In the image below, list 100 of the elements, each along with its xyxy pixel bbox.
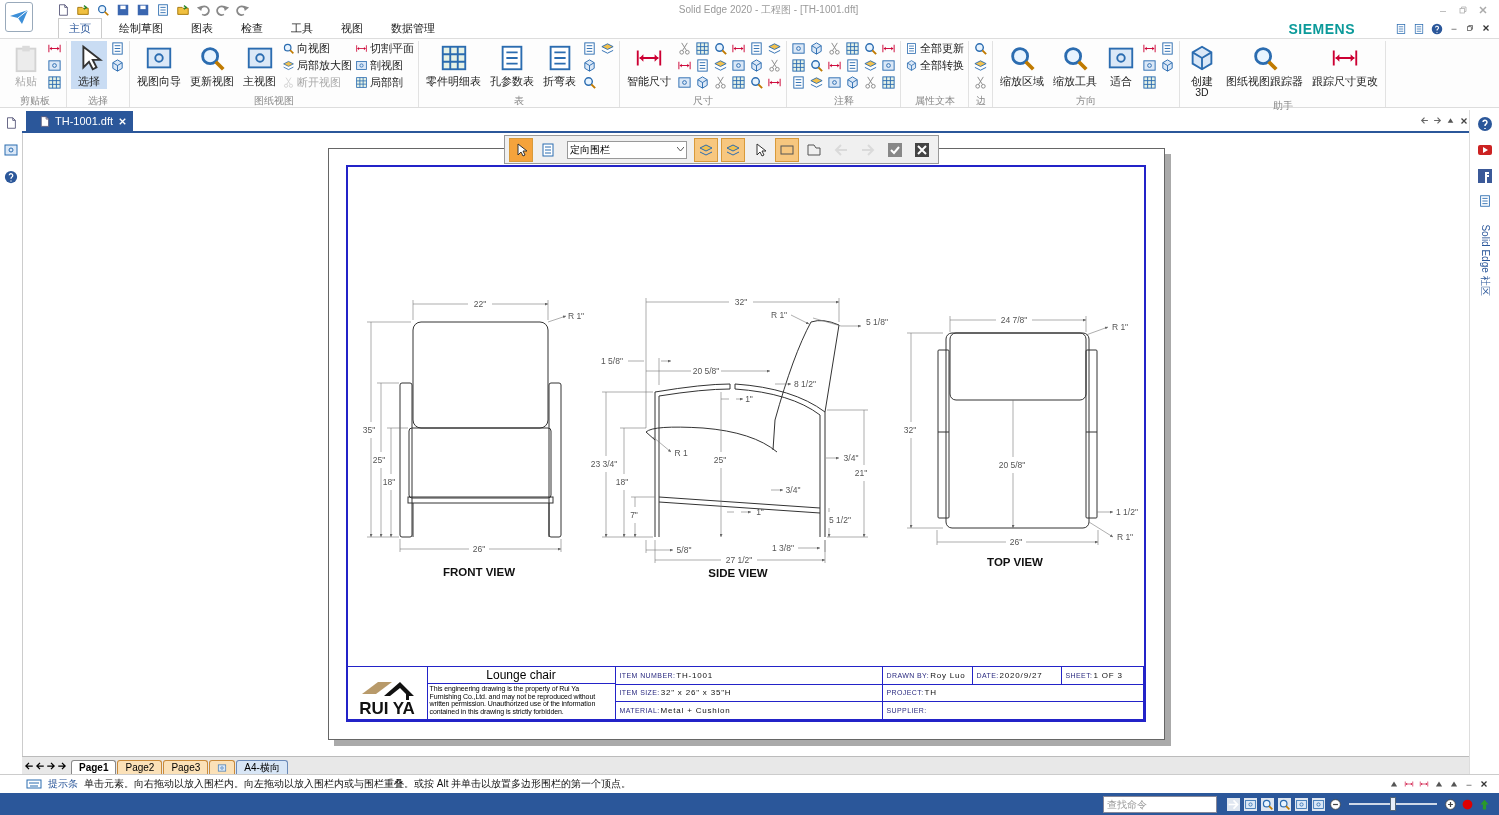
sheet-tab[interactable]: Page2 [117,760,163,774]
close-icon[interactable] [1481,23,1491,33]
sheet-tab[interactable] [209,760,236,774]
list-icon[interactable] [695,58,710,73]
play-button-icon[interactable] [1476,142,1493,158]
list-icon[interactable] [582,41,597,56]
magnifier-icon[interactable] [713,41,728,56]
scissors-icon[interactable] [767,58,782,73]
frame-icon[interactable] [827,75,842,90]
plus-icon[interactable] [1444,797,1457,811]
ribbon-button[interactable]: 主视图 [240,41,279,89]
magnifier-icon[interactable] [809,58,824,73]
table-icon[interactable] [731,75,746,90]
social-icon[interactable] [1476,168,1493,184]
list-icon[interactable] [749,41,764,56]
cube-icon[interactable] [695,75,710,90]
layers-icon[interactable] [973,58,988,73]
sheet-tab[interactable]: Page1 [71,760,117,774]
scissors-icon[interactable] [973,75,988,90]
table-icon[interactable] [1142,75,1157,90]
scissors-icon[interactable] [827,41,842,56]
frame-icon[interactable] [677,75,692,90]
arrow-right-icon[interactable] [57,760,67,771]
ribbon-button[interactable]: 视图向导 [134,41,184,89]
frame-icon[interactable] [3,142,19,158]
ribbon-button[interactable]: 智能尺寸 [624,41,674,89]
ribbon-button[interactable]: 切割平面 [355,41,414,56]
frame-icon[interactable] [1295,797,1308,811]
application-button[interactable] [5,2,33,32]
ribbon-button[interactable]: 缩放区域 [997,41,1047,89]
table-icon[interactable] [845,41,860,56]
frame-icon[interactable] [47,58,62,73]
cube-icon[interactable] [845,75,860,90]
list-icon[interactable] [1160,41,1175,56]
menu-tab[interactable]: 视图 [330,18,374,38]
ribbon-button[interactable]: 剖视图 [355,58,414,73]
frame-icon[interactable] [731,58,746,73]
document-icon[interactable] [4,116,18,130]
save-icon[interactable] [136,3,150,17]
list-icon[interactable] [156,3,170,17]
cube-icon[interactable] [749,58,764,73]
restore-icon[interactable] [1465,23,1475,33]
help-icon[interactable] [1431,23,1443,35]
list-icon[interactable] [1477,194,1492,208]
minus-icon[interactable] [1329,797,1342,811]
magnifier-icon[interactable] [749,75,764,90]
arrow-left-icon[interactable] [35,760,45,771]
scissors-icon[interactable] [863,75,878,90]
triangle-icon[interactable] [1446,115,1455,125]
undo-icon[interactable] [196,3,210,17]
help-icon[interactable] [1476,116,1493,132]
magnifier-icon[interactable] [863,41,878,56]
folder-icon[interactable] [76,3,90,17]
menu-tab[interactable]: 主页 [58,18,102,38]
folder-icon[interactable] [176,3,190,17]
list-icon[interactable] [791,75,806,90]
close-icon[interactable] [1479,779,1489,789]
ribbon-button[interactable]: 向视图 [282,41,352,56]
triangle-icon[interactable] [1389,779,1399,789]
magnifier-icon[interactable] [96,3,110,17]
close-icon[interactable] [1459,115,1469,126]
fence-dropdown[interactable]: 定向围栏 [567,140,687,159]
table-icon[interactable] [695,41,710,56]
list-icon[interactable] [1395,23,1407,35]
menu-tab[interactable]: 工具 [280,18,324,38]
cube-icon[interactable] [1160,58,1175,73]
ribbon-button[interactable]: 创建 3D [1184,41,1220,100]
help-icon[interactable] [4,170,18,184]
ribbon-button[interactable]: 图纸视图跟踪器 [1223,41,1306,89]
menu-tab[interactable]: 图表 [180,18,224,38]
layers-icon[interactable] [600,41,615,56]
table-icon[interactable] [791,58,806,73]
command-search-field[interactable]: 查找命令 [1103,795,1217,813]
ribbon-button[interactable]: 缩放工具 [1050,41,1100,89]
arrow-left-icon[interactable] [24,760,34,771]
frame-icon[interactable] [1244,797,1257,811]
ribbon-button[interactable]: 更新视图 [187,41,237,89]
dimension-icon[interactable] [1404,779,1414,789]
sheet-tab[interactable]: Page3 [163,760,209,774]
ribbon-button[interactable]: 孔参数表 [487,41,537,89]
document-tab[interactable]: TH-1001.dft [26,111,134,131]
magnifier-icon[interactable] [1278,797,1291,811]
ribbon-button[interactable]: 选择 [71,41,107,89]
ribbon-button[interactable]: 全部转换 [905,58,964,73]
layers-icon[interactable] [809,75,824,90]
cube-icon[interactable] [110,58,125,73]
slider-thumb[interactable] [1390,797,1396,811]
redo-icon[interactable] [236,3,250,17]
layers-icon[interactable] [767,41,782,56]
magnifier-icon[interactable] [1261,797,1274,811]
list-icon[interactable] [110,41,125,56]
menu-tab[interactable]: 检查 [230,18,274,38]
dimension-icon[interactable] [1419,779,1429,789]
scissors-icon[interactable] [713,75,728,90]
tool-button[interactable] [509,137,533,162]
frame-icon[interactable] [791,41,806,56]
cube-icon[interactable] [582,58,597,73]
ribbon-button[interactable]: 适合 [1103,41,1139,89]
layers-icon[interactable] [863,58,878,73]
ribbon-button[interactable]: 零件明细表 [423,41,484,89]
